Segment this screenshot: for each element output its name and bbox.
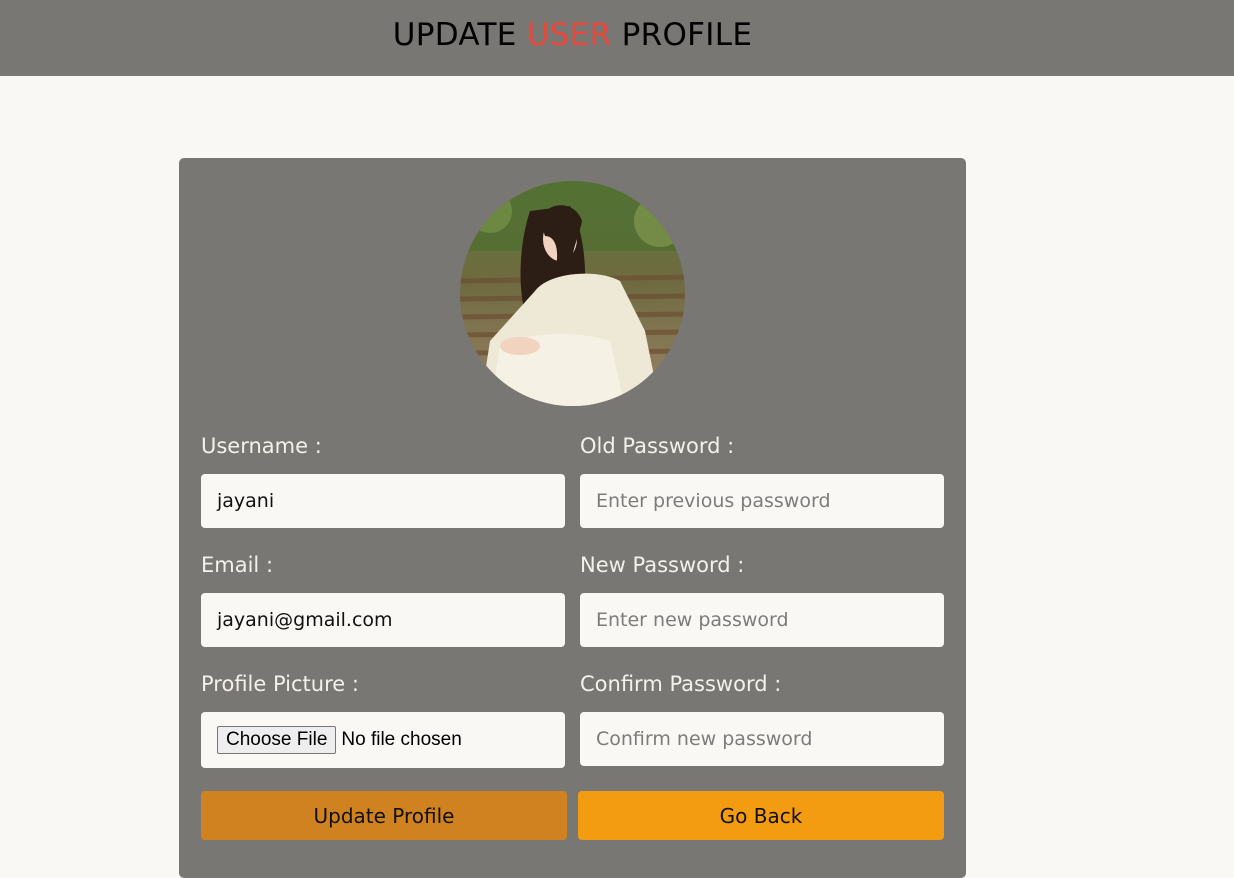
profile-card: Username : jayani Email : jayani@gmail.c… xyxy=(179,158,966,878)
email-input[interactable]: jayani@gmail.com xyxy=(201,593,565,647)
username-input[interactable]: jayani xyxy=(201,474,565,528)
avatar-photo xyxy=(460,181,685,406)
top-header-bar: UPDATE USER PROFILE xyxy=(0,0,1234,76)
confirm-password-label: Confirm Password : xyxy=(580,672,782,696)
title-text-1: UPDATE xyxy=(392,17,527,53)
page-title: UPDATE USER PROFILE xyxy=(0,17,1145,53)
confirm-password-input[interactable]: Confirm new password xyxy=(580,712,944,766)
title-text-2: PROFILE xyxy=(611,17,753,53)
file-status: No file chosen xyxy=(341,729,462,750)
choose-file-button[interactable]: Choose File xyxy=(217,726,337,754)
profile-picture-input[interactable]: Choose File No file chosen xyxy=(201,712,565,768)
title-accent: USER xyxy=(526,17,612,53)
old-password-label: Old Password : xyxy=(580,434,735,458)
profile-avatar xyxy=(460,181,685,406)
new-password-input[interactable]: Enter new password xyxy=(580,593,944,647)
profile-picture-label: Profile Picture : xyxy=(201,672,359,696)
update-profile-button[interactable]: Update Profile xyxy=(201,791,567,840)
go-back-button[interactable]: Go Back xyxy=(578,791,944,840)
username-label: Username : xyxy=(201,434,322,458)
old-password-input[interactable]: Enter previous password xyxy=(580,474,944,528)
new-password-label: New Password : xyxy=(580,553,745,577)
email-label: Email : xyxy=(201,553,274,577)
